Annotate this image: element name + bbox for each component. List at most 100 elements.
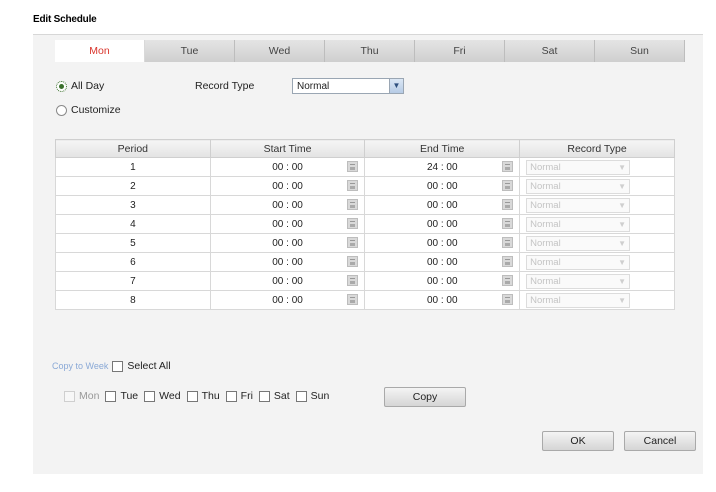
customize-option[interactable]: Customize (56, 104, 121, 116)
time-picker-icon[interactable] (347, 237, 359, 248)
row-record-type-select: Normal ▼ (526, 235, 631, 251)
copy-day-thu[interactable]: Thu (186, 390, 220, 402)
copy-button[interactable]: Copy (384, 387, 466, 407)
start-time-cell[interactable]: 00 : 00 (209, 290, 366, 310)
row-record-type-select: Normal ▼ (526, 273, 631, 289)
end-time-cell[interactable]: 00 : 00 (364, 252, 521, 272)
record-type-cell: Normal ▼ (519, 271, 675, 291)
tab-mon[interactable]: Mon (55, 40, 145, 62)
ok-button[interactable]: OK (542, 431, 614, 451)
record-type-select[interactable]: Normal ▼ (292, 78, 404, 94)
copy-day-mon: Mon (64, 390, 99, 402)
end-time-cell[interactable]: 24 : 00 (364, 157, 521, 177)
time-picker-icon[interactable] (347, 275, 359, 286)
time-picker-icon[interactable] (502, 294, 514, 305)
time-picker-icon[interactable] (502, 161, 514, 172)
record-type-cell: Normal ▼ (519, 233, 675, 253)
start-time-cell[interactable]: 00 : 00 (209, 252, 366, 272)
table-row: 1 00 : 00 24 : 00 Normal ▼ (55, 157, 675, 177)
time-picker-icon[interactable] (502, 218, 514, 229)
record-type-cell: Normal ▼ (519, 176, 675, 196)
period-cell: 1 (55, 157, 211, 177)
end-time-cell[interactable]: 00 : 00 (364, 233, 521, 253)
tab-sat[interactable]: Sat (505, 40, 595, 62)
time-picker-icon[interactable] (347, 161, 359, 172)
copy-sun-checkbox[interactable] (295, 390, 307, 402)
copy-day-wed[interactable]: Wed (144, 390, 181, 402)
row-record-type-value: Normal (530, 237, 561, 249)
start-time-cell[interactable]: 00 : 00 (209, 176, 366, 196)
copy-thu-checkbox[interactable] (186, 390, 198, 402)
tab-sun[interactable]: Sun (595, 40, 685, 62)
time-picker-icon[interactable] (347, 256, 359, 267)
copy-tue-checkbox[interactable] (105, 390, 117, 402)
day-tabs: Mon Tue Wed Thu Fri Sat Sun (55, 40, 685, 62)
copy-fri-checkbox[interactable] (225, 390, 237, 402)
copy-day-fri[interactable]: Fri (225, 390, 253, 402)
cancel-button[interactable]: Cancel (624, 431, 696, 451)
start-time-value: 00 : 00 (272, 218, 303, 230)
start-time-cell[interactable]: 00 : 00 (209, 195, 366, 215)
chevron-down-icon: ▼ (618, 219, 627, 229)
time-picker-icon[interactable] (347, 218, 359, 229)
record-type-cell: Normal ▼ (519, 290, 675, 310)
row-record-type-value: Normal (530, 256, 561, 268)
copy-day-sat[interactable]: Sat (258, 390, 290, 402)
copy-day-tue[interactable]: Tue (105, 390, 138, 402)
end-time-cell[interactable]: 00 : 00 (364, 214, 521, 234)
tab-wed[interactable]: Wed (235, 40, 325, 62)
row-record-type-value: Normal (530, 294, 561, 306)
table-row: 7 00 : 00 00 : 00 Normal ▼ (55, 271, 675, 291)
end-time-value: 00 : 00 (426, 199, 458, 211)
copy-days-row: Mon Tue Wed Thu Fri Sat Sun (64, 390, 335, 402)
end-time-cell[interactable]: 00 : 00 (364, 271, 521, 291)
period-cell: 4 (55, 214, 211, 234)
end-time-value: 00 : 00 (426, 256, 458, 268)
header-record-type: Record Type (519, 139, 675, 158)
time-picker-icon[interactable] (347, 199, 359, 210)
time-picker-icon[interactable] (347, 294, 359, 305)
select-all-checkbox[interactable] (112, 360, 124, 372)
time-picker-icon[interactable] (502, 256, 514, 267)
copy-to-week-label: Copy to Week (52, 361, 109, 371)
tab-tue[interactable]: Tue (145, 40, 235, 62)
start-time-value: 00 : 00 (272, 161, 303, 173)
tab-fri[interactable]: Fri (415, 40, 505, 62)
table-row: 8 00 : 00 00 : 00 Normal ▼ (55, 290, 675, 310)
end-time-cell[interactable]: 00 : 00 (364, 176, 521, 196)
start-time-cell[interactable]: 00 : 00 (209, 157, 366, 177)
table-row: 3 00 : 00 00 : 00 Normal ▼ (55, 195, 675, 215)
time-picker-icon[interactable] (347, 180, 359, 191)
all-day-option[interactable]: All Day (56, 80, 104, 92)
time-picker-icon[interactable] (502, 237, 514, 248)
all-day-radio[interactable] (56, 80, 67, 92)
copy-sat-checkbox[interactable] (258, 390, 270, 402)
chevron-down-icon: ▼ (618, 200, 627, 210)
period-cell: 5 (55, 233, 211, 253)
table-row: 6 00 : 00 00 : 00 Normal ▼ (55, 252, 675, 272)
end-time-cell[interactable]: 00 : 00 (364, 290, 521, 310)
time-picker-icon[interactable] (502, 275, 514, 286)
period-cell: 2 (55, 176, 211, 196)
copy-day-sun[interactable]: Sun (295, 390, 329, 402)
start-time-cell[interactable]: 00 : 00 (209, 214, 366, 234)
start-time-cell[interactable]: 00 : 00 (209, 271, 366, 291)
start-time-value: 00 : 00 (272, 237, 303, 249)
time-picker-icon[interactable] (502, 180, 514, 191)
copy-wed-checkbox[interactable] (144, 390, 156, 402)
record-type-cell: Normal ▼ (519, 252, 675, 272)
record-type-cell: Normal ▼ (519, 195, 675, 215)
row-record-type-select: Normal ▼ (526, 159, 631, 175)
header-start-time: Start Time (209, 139, 366, 158)
tab-thu[interactable]: Thu (325, 40, 415, 62)
end-time-cell[interactable]: 00 : 00 (364, 195, 521, 215)
customize-radio[interactable] (56, 104, 67, 116)
chevron-down-icon[interactable]: ▼ (389, 79, 403, 93)
period-cell: 7 (55, 271, 211, 291)
table-row: 4 00 : 00 00 : 00 Normal ▼ (55, 214, 675, 234)
record-type-label: Record Type (195, 80, 255, 92)
row-record-type-select: Normal ▼ (526, 254, 631, 270)
start-time-cell[interactable]: 00 : 00 (209, 233, 366, 253)
time-picker-icon[interactable] (502, 199, 514, 210)
chevron-down-icon: ▼ (618, 295, 627, 305)
